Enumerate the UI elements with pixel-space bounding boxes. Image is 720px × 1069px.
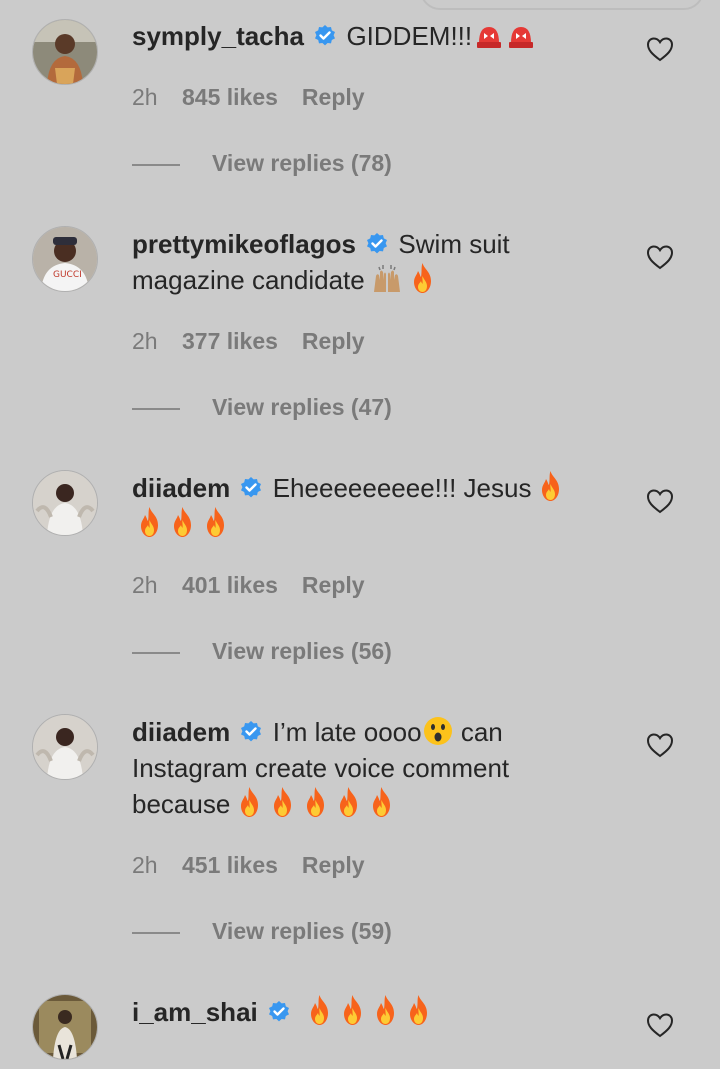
fire-icon — [207, 507, 224, 537]
heart-outline-icon[interactable] — [646, 732, 674, 758]
replies-divider — [132, 407, 180, 410]
username[interactable]: symply_tacha — [132, 21, 304, 51]
reply-button[interactable]: Reply — [302, 326, 365, 356]
comment-meta: 2h 845 likes Reply — [132, 82, 365, 112]
comment-text: symply_tacha GIDDEM!!! — [132, 18, 592, 54]
comment-body: Eheeeeeeeee!!! Jesus — [272, 473, 532, 503]
fire-icon — [413, 263, 431, 293]
heart-outline-icon[interactable] — [646, 1012, 674, 1038]
fire-icon — [274, 787, 292, 817]
view-replies-label: View replies (56) — [212, 638, 392, 664]
avatar[interactable] — [32, 994, 98, 1060]
fire-icon — [241, 787, 259, 817]
verified-badge-icon — [241, 721, 262, 742]
likes-count[interactable]: 845 likes — [182, 82, 278, 112]
verified-badge-icon — [315, 25, 336, 46]
fire-icon — [377, 995, 395, 1025]
view-replies-label: View replies (59) — [212, 918, 392, 944]
likes-count[interactable]: 451 likes — [182, 850, 278, 880]
view-replies-button[interactable]: View replies (78) — [132, 148, 392, 178]
police-car-light-icon — [509, 27, 534, 48]
fire-icon — [344, 995, 362, 1025]
fire-icon — [174, 507, 191, 537]
username[interactable]: diiadem — [132, 717, 230, 747]
replies-divider — [132, 163, 180, 166]
view-replies-label: View replies (78) — [212, 150, 392, 176]
replies-divider — [132, 931, 180, 934]
timestamp: 2h — [132, 572, 158, 598]
fire-icon — [373, 787, 391, 817]
reply-button[interactable]: Reply — [302, 570, 365, 600]
likes-count[interactable]: 377 likes — [182, 326, 278, 356]
comment-text: diiadem Eheeeeeeeee!!! Jesus — [132, 470, 592, 542]
comment-body: GIDDEM!!! — [346, 21, 473, 51]
reply-button[interactable]: Reply — [302, 850, 365, 880]
view-replies-button[interactable]: View replies (47) — [132, 392, 392, 422]
verified-badge-icon — [268, 1001, 289, 1022]
comment-text: i_am_shai — [132, 994, 592, 1030]
verified-badge-icon — [241, 477, 262, 498]
svg-text:GUCCI: GUCCI — [53, 270, 82, 280]
fire-icon — [307, 787, 325, 817]
raising-hands-icon — [373, 265, 400, 292]
username[interactable]: i_am_shai — [132, 997, 258, 1027]
police-car-light-icon — [477, 27, 502, 48]
username[interactable]: prettymikeoflagos — [132, 229, 356, 259]
fire-icon — [141, 507, 158, 537]
timestamp: 2h — [132, 84, 158, 110]
avatar[interactable] — [32, 470, 98, 536]
heart-outline-icon[interactable] — [646, 36, 674, 62]
timestamp: 2h — [132, 852, 158, 878]
fire-icon — [340, 787, 358, 817]
replies-divider — [132, 651, 180, 654]
avatar[interactable]: GUCCI — [32, 226, 98, 292]
likes-count[interactable]: 401 likes — [182, 570, 278, 600]
view-replies-label: View replies (47) — [212, 394, 392, 420]
username[interactable]: diiadem — [132, 473, 230, 503]
comment-text: prettymikeoflagos Swim suit magazine can… — [132, 226, 592, 298]
heart-outline-icon[interactable] — [646, 244, 674, 270]
avatar[interactable] — [32, 714, 98, 780]
comment-meta: 2h 401 likes Reply — [132, 570, 365, 600]
timestamp: 2h — [132, 328, 158, 354]
fire-icon — [410, 995, 428, 1025]
heart-outline-icon[interactable] — [646, 488, 674, 514]
astonished-face-icon — [423, 717, 452, 745]
reply-button[interactable]: Reply — [302, 82, 365, 112]
fire-icon — [311, 995, 329, 1025]
comment-body: I’m late oooo — [272, 717, 422, 747]
avatar[interactable] — [32, 19, 98, 85]
view-replies-button[interactable]: View replies (56) — [132, 636, 392, 666]
top-rounded-bar — [420, 0, 704, 10]
comment-text: diiadem I’m late oooo can Instagram crea… — [132, 714, 592, 822]
fire-icon — [542, 471, 560, 501]
comment-meta: 2h 451 likes Reply — [132, 850, 365, 880]
verified-badge-icon — [367, 233, 388, 254]
comment-meta: 2h 377 likes Reply — [132, 326, 365, 356]
view-replies-button[interactable]: View replies (59) — [132, 916, 392, 946]
